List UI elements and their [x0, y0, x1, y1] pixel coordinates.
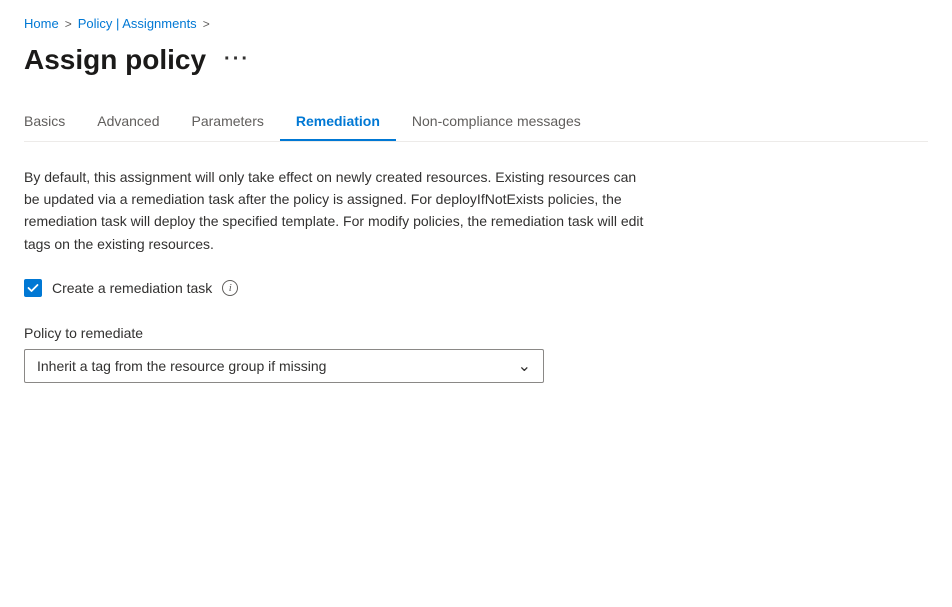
breadcrumb: Home > Policy | Assignments >	[24, 16, 928, 31]
checkbox-row: Create a remediation task i	[24, 279, 928, 297]
tab-non-compliance[interactable]: Non-compliance messages	[396, 105, 597, 141]
policy-remediate-dropdown[interactable]: Inherit a tag from the resource group if…	[24, 349, 544, 383]
tab-advanced[interactable]: Advanced	[81, 105, 175, 141]
dropdown-selected-value: Inherit a tag from the resource group if…	[37, 358, 326, 374]
remediation-task-checkbox[interactable]	[24, 279, 42, 297]
chevron-down-icon: ⌄	[518, 356, 531, 376]
tab-basics[interactable]: Basics	[24, 105, 81, 141]
breadcrumb-policy-assignments[interactable]: Policy | Assignments	[78, 16, 197, 31]
policy-remediate-field: Policy to remediate Inherit a tag from t…	[24, 325, 928, 383]
page-title: Assign policy	[24, 43, 206, 77]
info-icon[interactable]: i	[222, 280, 238, 296]
breadcrumb-separator-1: >	[65, 17, 72, 31]
page-title-row: Assign policy ···	[24, 43, 928, 77]
tab-parameters[interactable]: Parameters	[176, 105, 280, 141]
tabs-container: Basics Advanced Parameters Remediation N…	[24, 105, 928, 142]
remediation-description: By default, this assignment will only ta…	[24, 166, 644, 256]
checkmark-icon	[27, 282, 39, 294]
breadcrumb-separator-2: >	[203, 17, 210, 31]
checkbox-label: Create a remediation task	[52, 280, 212, 296]
tab-remediation[interactable]: Remediation	[280, 105, 396, 141]
breadcrumb-home[interactable]: Home	[24, 16, 59, 31]
page-container: Home > Policy | Assignments > Assign pol…	[0, 0, 952, 423]
policy-field-label: Policy to remediate	[24, 325, 928, 341]
more-options-button[interactable]: ···	[218, 44, 256, 75]
remediation-content: By default, this assignment will only ta…	[24, 166, 928, 384]
